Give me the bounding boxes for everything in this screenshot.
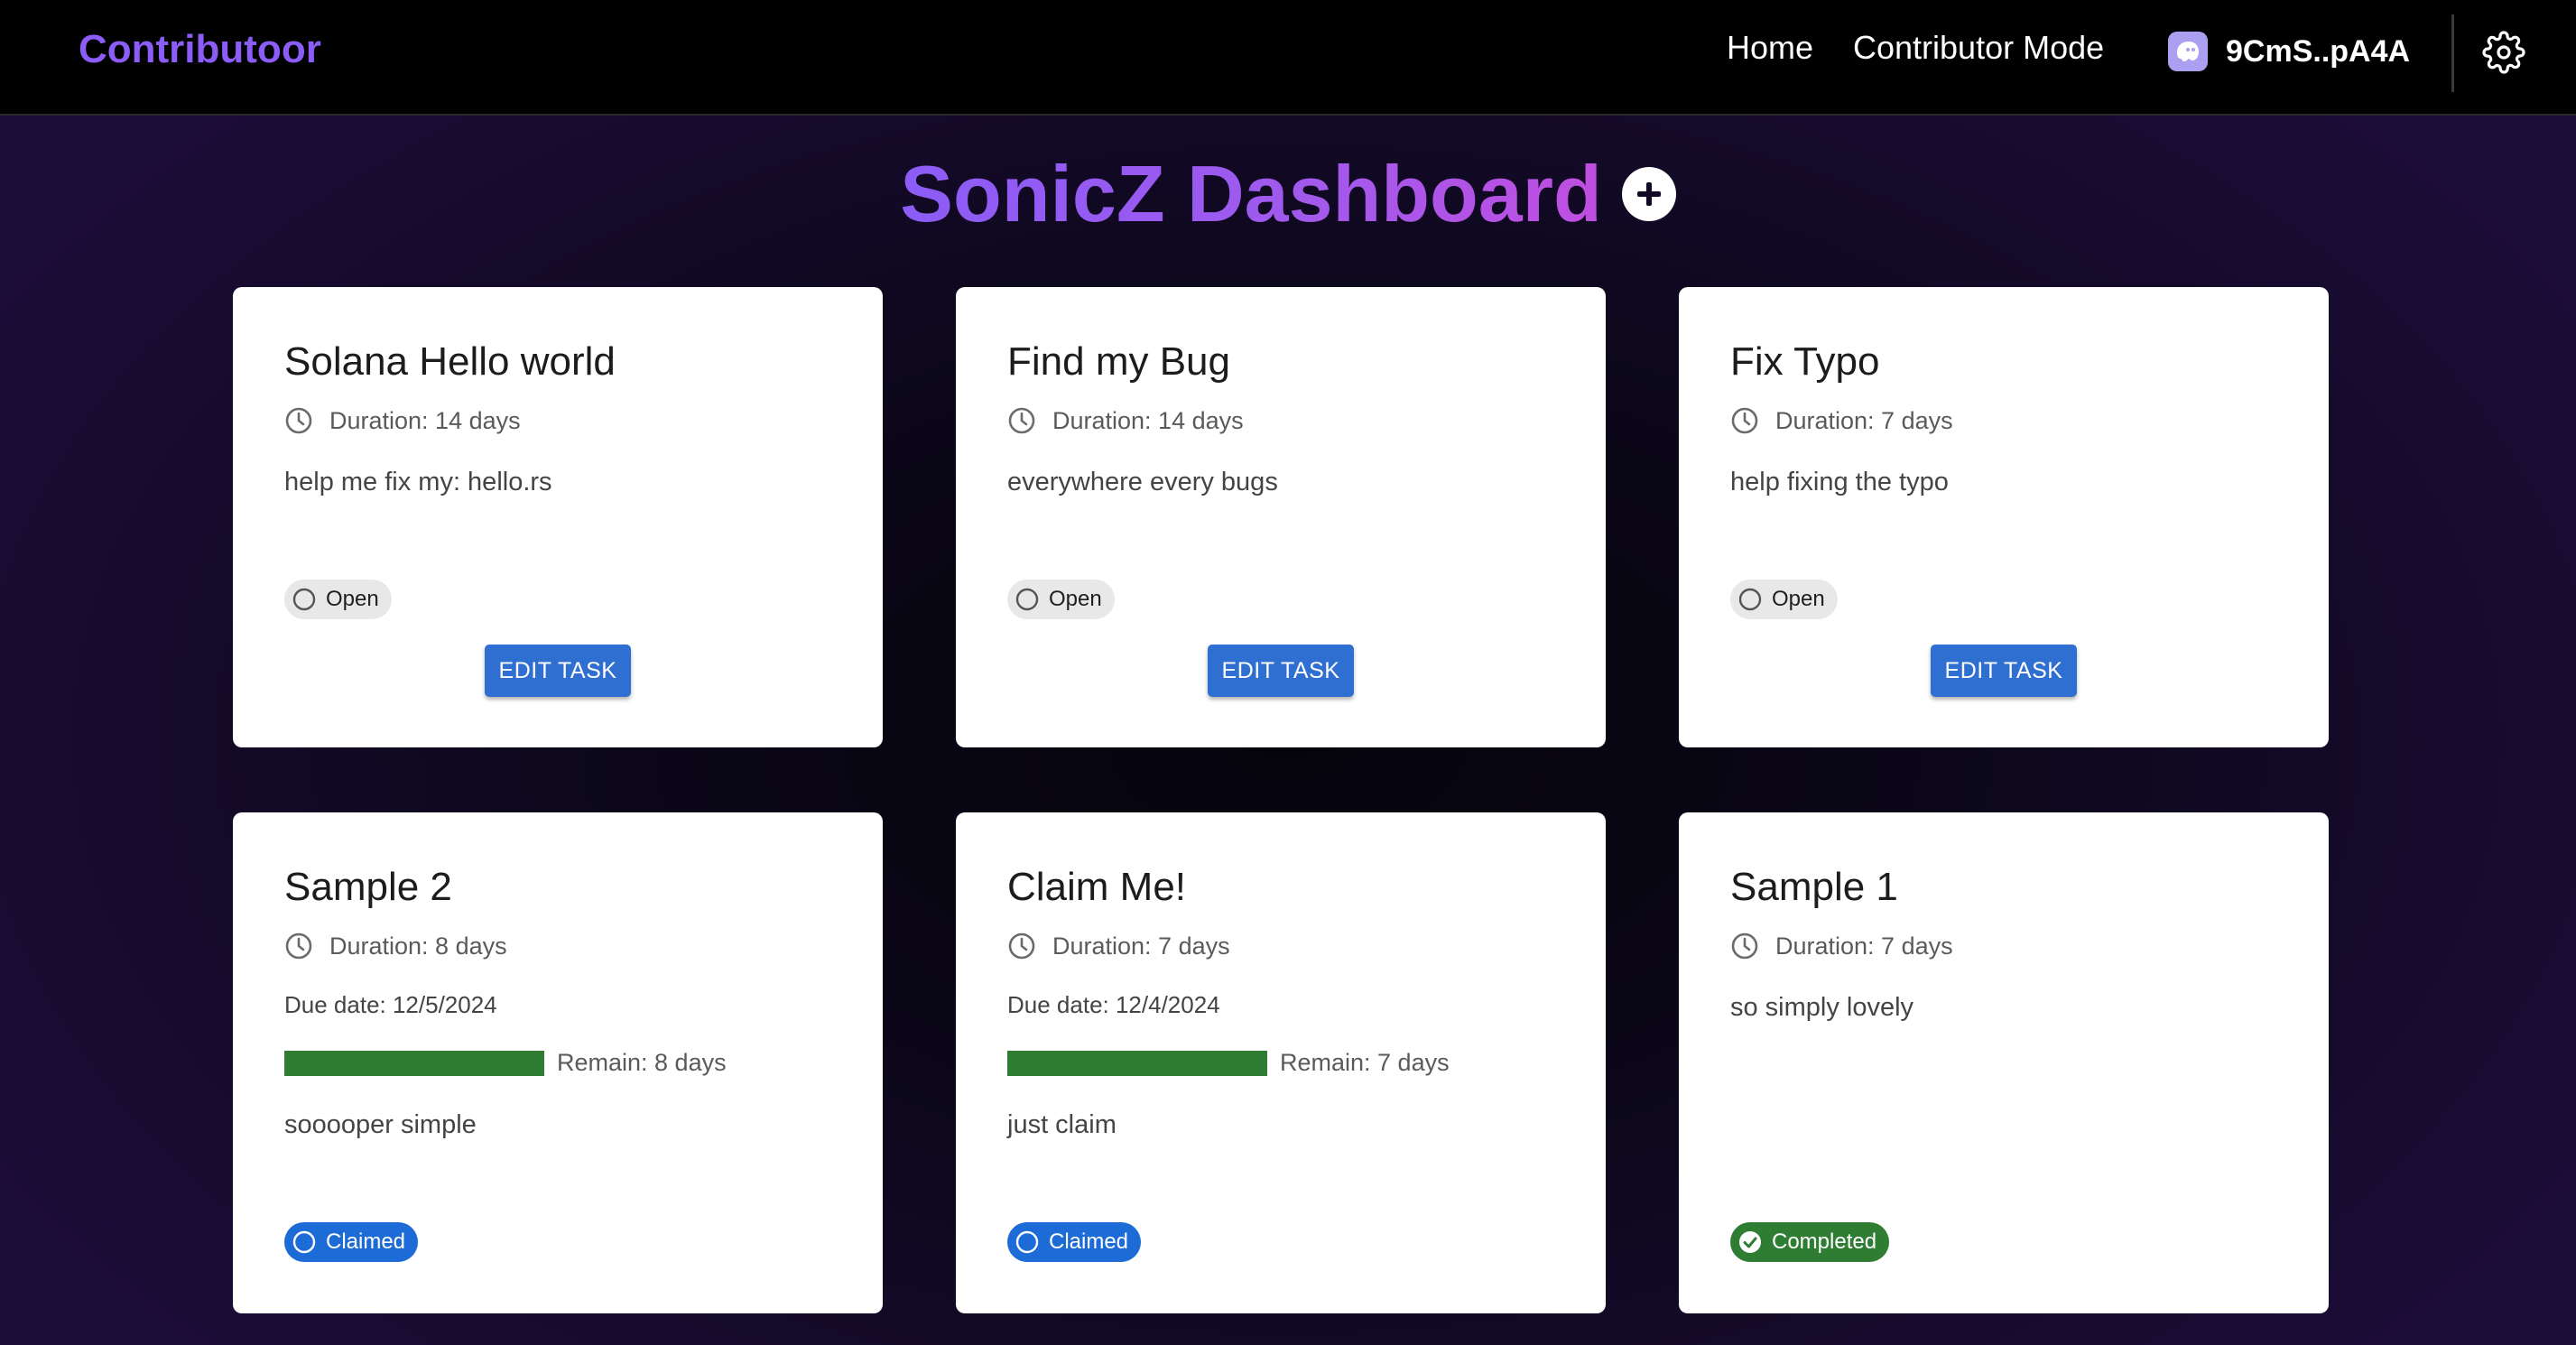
edit-task-button[interactable]: EDIT TASK <box>1931 645 2077 697</box>
progress-bar <box>1007 1050 1267 1076</box>
task-duration-text: Duration: 14 days <box>1052 406 1244 434</box>
status-badge: Completed <box>1730 1222 1890 1262</box>
task-card: Claim Me! Duration: 7 days Due date: 12/… <box>956 812 1606 1313</box>
task-card: Sample 2 Duration: 8 days Due date: 12/5… <box>233 812 883 1313</box>
task-title: Sample 1 <box>1730 865 1898 909</box>
page-title: SonicZ Dashboard <box>900 144 1601 244</box>
task-title: Claim Me! <box>1007 865 1187 909</box>
status-badge: Open <box>1007 580 1115 619</box>
ghost-wallet-icon <box>2168 32 2208 71</box>
gear-icon[interactable] <box>2482 31 2525 74</box>
circle-outline-icon <box>292 1230 316 1254</box>
clock-icon <box>285 407 312 434</box>
clock-icon <box>1008 407 1035 434</box>
brand-logo[interactable]: Contributoor <box>79 27 321 72</box>
task-due-date: Due date: 12/4/2024 <box>1007 991 1220 1018</box>
progress-row: Remain: 7 days <box>1007 1049 1450 1077</box>
plus-circle-icon <box>1636 182 1661 206</box>
task-card: Find my Bug Duration: 14 days everywhere… <box>956 287 1606 747</box>
remaining-days: Remain: 7 days <box>1280 1049 1450 1076</box>
progress-fill <box>1007 1050 1267 1076</box>
page-header: SonicZ Dashboard <box>0 144 2576 244</box>
task-duration: Duration: 7 days <box>1730 406 1953 435</box>
task-card: Sample 1 Duration: 7 days so simply love… <box>1679 812 2329 1313</box>
top-navbar: Contributoor Home Contributor Mode 9CmS.… <box>0 0 2576 116</box>
task-description: sooooper simple <box>284 1110 477 1139</box>
task-duration: Duration: 7 days <box>1730 932 1953 960</box>
status-badge: Claimed <box>1007 1222 1142 1262</box>
clock-icon <box>1731 932 1758 960</box>
edit-task-button[interactable]: EDIT TASK <box>1208 645 1354 697</box>
circle-outline-icon <box>292 588 316 611</box>
task-description: just claim <box>1007 1110 1117 1139</box>
edit-task-button[interactable]: EDIT TASK <box>485 645 631 697</box>
check-circle-icon <box>1739 1231 1761 1253</box>
status-label: Claimed <box>1049 1229 1129 1254</box>
status-label: Open <box>1772 587 1825 611</box>
progress-row: Remain: 8 days <box>284 1049 727 1077</box>
circle-outline-icon <box>1015 588 1039 611</box>
task-description: so simply lovely <box>1730 993 1914 1022</box>
circle-outline-icon <box>1015 1230 1039 1254</box>
progress-fill <box>284 1050 544 1076</box>
status-label: Completed <box>1772 1229 1877 1254</box>
task-duration-text: Duration: 7 days <box>1052 932 1230 960</box>
clock-icon <box>285 932 312 960</box>
clock-icon <box>1008 932 1035 960</box>
task-description: help fixing the typo <box>1730 468 1949 496</box>
task-title: Find my Bug <box>1007 339 1230 384</box>
task-duration: Duration: 8 days <box>284 932 507 960</box>
task-duration: Duration: 7 days <box>1007 932 1230 960</box>
task-duration-text: Duration: 7 days <box>1775 406 1953 434</box>
circle-outline-icon <box>1738 588 1762 611</box>
task-card: Solana Hello world Duration: 14 days hel… <box>233 287 883 747</box>
add-task-button[interactable] <box>1621 167 1676 221</box>
task-due-date: Due date: 12/5/2024 <box>284 991 497 1018</box>
task-duration: Duration: 14 days <box>1007 406 1244 435</box>
status-label: Open <box>1049 587 1102 611</box>
task-duration: Duration: 14 days <box>284 406 521 435</box>
progress-bar <box>284 1050 544 1076</box>
task-duration-text: Duration: 7 days <box>1775 932 1953 960</box>
status-label: Claimed <box>326 1229 406 1254</box>
nav-contributor-mode-link[interactable]: Contributor Mode <box>1853 29 2104 67</box>
task-description: everywhere every bugs <box>1007 468 1278 496</box>
task-title: Fix Typo <box>1730 339 1880 384</box>
status-badge: Open <box>284 580 392 619</box>
task-title: Solana Hello world <box>284 339 616 384</box>
task-duration-text: Duration: 8 days <box>329 932 507 960</box>
task-duration-text: Duration: 14 days <box>329 406 521 434</box>
wallet-address: 9CmS..pA4A <box>2226 33 2411 69</box>
status-badge: Claimed <box>284 1222 419 1262</box>
wallet-button[interactable]: 9CmS..pA4A <box>2168 29 2410 74</box>
clock-icon <box>1731 407 1758 434</box>
task-card: Fix Typo Duration: 7 days help fixing th… <box>1679 287 2329 747</box>
task-title: Sample 2 <box>284 865 452 909</box>
status-badge: Open <box>1730 580 1838 619</box>
navbar-divider <box>2451 14 2454 92</box>
task-description: help me fix my: hello.rs <box>284 468 552 496</box>
nav-home-link[interactable]: Home <box>1727 29 1813 67</box>
status-label: Open <box>326 587 379 611</box>
remaining-days: Remain: 8 days <box>557 1049 727 1076</box>
